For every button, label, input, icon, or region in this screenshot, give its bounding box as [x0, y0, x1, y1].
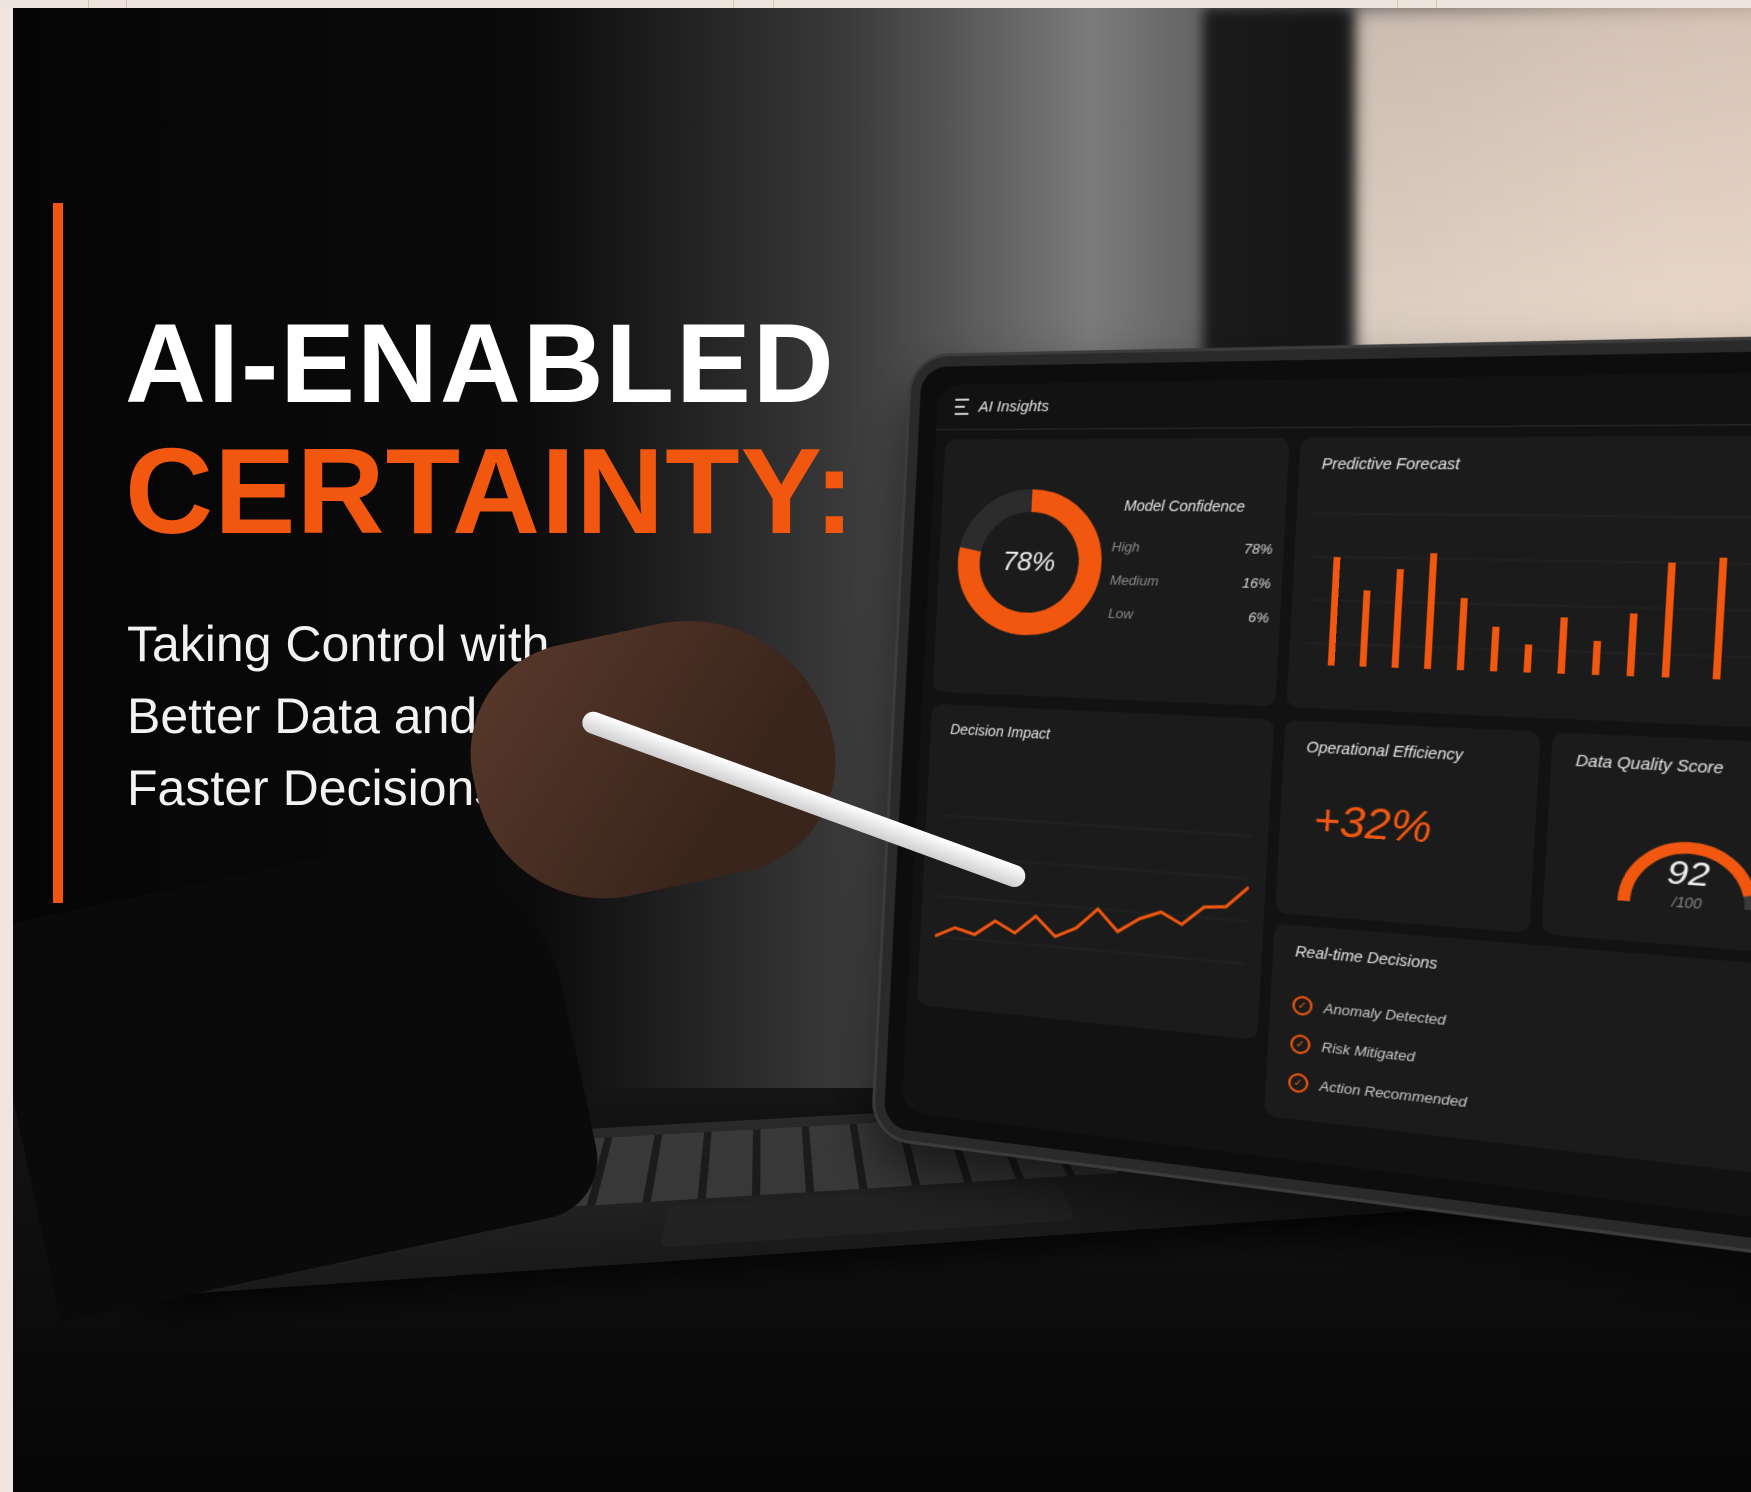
forecast-bar	[1327, 557, 1341, 666]
confidence-breakdown: High 78% Medium 16% Low 6%	[1107, 539, 1273, 644]
predictive-forecast-card: Predictive Forecast	[1286, 435, 1751, 732]
top-strip	[0, 0, 1751, 8]
breakdown-row: Low 6%	[1107, 605, 1270, 643]
data-quality-gauge: 92 /100	[1597, 786, 1751, 936]
model-confidence-card: 78% Model Confidence High 78% Medium 16%…	[932, 437, 1290, 707]
predictive-forecast-title: Predictive Forecast	[1321, 454, 1461, 473]
forecast-bar	[1557, 617, 1568, 674]
realtime-decisions-title: Real-time Decisions	[1294, 942, 1438, 973]
top-strip-rule	[773, 0, 774, 8]
breakdown-value: 16%	[1241, 574, 1272, 592]
breakdown-value: 6%	[1247, 609, 1270, 626]
forecast-gridlines	[1306, 513, 1751, 659]
operational-efficiency-value: +32%	[1312, 796, 1434, 853]
gauge-value: 92	[1666, 853, 1711, 895]
top-strip-rule	[733, 0, 734, 8]
breakdown-row: High 78%	[1110, 539, 1273, 576]
top-strip-rule	[1436, 0, 1437, 8]
forecast-bar	[1359, 590, 1371, 667]
forecast-bar	[1626, 613, 1638, 677]
decision-impact-title: Decision Impact	[949, 720, 1051, 743]
check-circle-icon: ✓	[1291, 995, 1314, 1017]
confidence-donut: 78%	[945, 480, 1115, 647]
data-quality-card: Data Quality Score 92 /100	[1541, 732, 1751, 958]
breakdown-row: Medium 16%	[1109, 572, 1272, 610]
hero-image: AI-ENABLED CERTAINTY: Taking Control wit…	[13, 8, 1751, 1492]
headline-line-2: CERTAINTY:	[125, 423, 856, 559]
top-strip-rule	[126, 0, 127, 8]
menu-icon[interactable]	[954, 398, 970, 415]
operational-efficiency-title: Operational Efficiency	[1305, 738, 1464, 764]
app-title: AI Insights	[978, 397, 1050, 416]
headline-line-1: AI-ENABLED	[125, 301, 836, 426]
forecast-bar	[1489, 626, 1500, 672]
check-circle-icon: ✓	[1289, 1033, 1311, 1056]
forecast-bar	[1661, 562, 1676, 678]
forecast-bar	[1712, 557, 1728, 680]
accent-bar	[53, 203, 63, 903]
decision-item-label: Action Recommended	[1319, 1077, 1468, 1110]
model-confidence-title: Model Confidence	[1123, 497, 1246, 515]
donut-center-value: 78%	[1002, 547, 1056, 577]
headline: AI-ENABLED CERTAINTY:	[125, 301, 856, 559]
subheadline-line-1: Taking Control with	[127, 616, 550, 672]
breakdown-label: Low	[1107, 605, 1134, 622]
forecast-bar	[1456, 598, 1468, 671]
forecast-bar-chart	[1304, 492, 1751, 680]
tablet: AI Insights 78% Model Confidence High 78…	[873, 336, 1751, 1266]
decision-impact-line-chart	[933, 775, 1254, 1006]
decision-item-label: Risk Mitigated	[1321, 1038, 1416, 1065]
data-quality-title: Data Quality Score	[1575, 751, 1725, 778]
top-strip-rule	[1397, 0, 1398, 8]
operational-efficiency-card: Operational Efficiency +32%	[1275, 719, 1541, 934]
decision-item-label: Anomaly Detected	[1323, 999, 1447, 1028]
gauge-max-label: /100	[1670, 895, 1702, 913]
impact-gridlines	[935, 815, 1252, 964]
check-circle-icon: ✓	[1287, 1072, 1309, 1094]
forecast-bar	[1591, 640, 1602, 676]
forecast-bar	[1423, 553, 1438, 670]
breakdown-label: High	[1111, 538, 1141, 555]
top-strip-rule	[88, 0, 89, 8]
tablet-screen: AI Insights 78% Model Confidence High 78…	[901, 370, 1751, 1228]
forecast-bars	[1327, 553, 1728, 680]
forecast-bar	[1391, 569, 1404, 668]
breakdown-label: Medium	[1109, 572, 1159, 589]
realtime-decisions-list: ✓ Anomaly Detected ✓ Risk Mitigated ✓ Ac…	[1287, 985, 1472, 1121]
breakdown-value: 78%	[1243, 540, 1274, 558]
realtime-decisions-card: Real-time Decisions ✓ Anomaly Detected ✓…	[1264, 923, 1751, 1181]
app-bar: AI Insights	[936, 370, 1751, 431]
forecast-bar	[1523, 644, 1533, 673]
impact-series-line	[935, 864, 1249, 964]
